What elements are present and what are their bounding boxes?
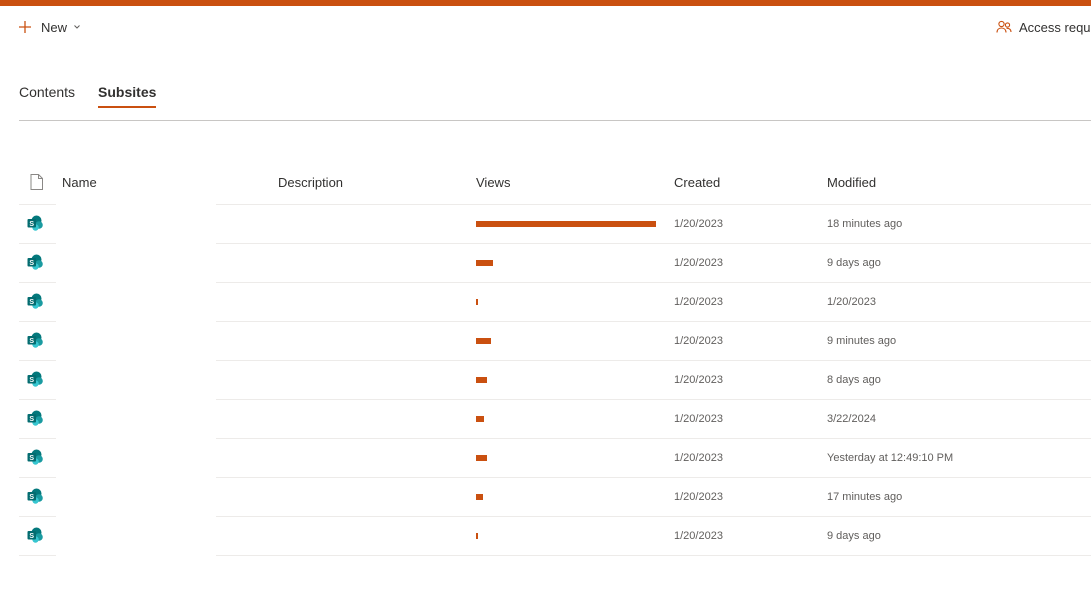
access-requests-button[interactable]: Access reque bbox=[996, 17, 1091, 37]
views-bar bbox=[476, 494, 483, 500]
site-icon-cell: S bbox=[19, 244, 54, 282]
pivot-tabs: Contents Subsites bbox=[19, 84, 179, 108]
created-date: 1/20/2023 bbox=[674, 257, 723, 269]
views-bar bbox=[476, 533, 478, 539]
access-requests-label: Access reque bbox=[1019, 19, 1091, 35]
new-button[interactable]: New bbox=[18, 17, 81, 37]
tab-subsites[interactable]: Subsites bbox=[98, 84, 157, 108]
modified-date: 9 minutes ago bbox=[827, 335, 897, 347]
site-icon-cell: S bbox=[19, 517, 54, 555]
modified-date: 8 days ago bbox=[827, 374, 881, 386]
svg-text:S: S bbox=[29, 533, 34, 540]
column-header-views[interactable]: Views bbox=[476, 164, 510, 204]
views-bar bbox=[476, 299, 478, 305]
column-header-description[interactable]: Description bbox=[278, 164, 343, 204]
created-date: 1/20/2023 bbox=[674, 452, 723, 464]
modified-date: 17 minutes ago bbox=[827, 491, 903, 503]
suite-accent-bar bbox=[0, 0, 1091, 6]
created-date: 1/20/2023 bbox=[674, 491, 723, 503]
svg-text:S: S bbox=[29, 299, 34, 306]
sharepoint-site-icon: S bbox=[27, 293, 43, 309]
svg-text:S: S bbox=[29, 416, 34, 423]
created-date: 1/20/2023 bbox=[674, 218, 723, 230]
created-date: 1/20/2023 bbox=[674, 296, 723, 308]
views-bar bbox=[476, 260, 493, 266]
sharepoint-site-icon: S bbox=[27, 371, 43, 387]
sharepoint-site-icon: S bbox=[27, 527, 43, 543]
list-header: Name Description Views Created Modified bbox=[19, 164, 1091, 205]
column-header-modified[interactable]: Modified bbox=[827, 164, 876, 204]
site-icon-cell: S bbox=[19, 283, 54, 321]
tab-contents[interactable]: Contents bbox=[19, 84, 75, 108]
modified-date: Yesterday at 12:49:10 PM bbox=[827, 452, 954, 464]
modified-date: 1/20/2023 bbox=[827, 296, 876, 308]
sharepoint-site-icon: S bbox=[27, 449, 43, 465]
sharepoint-site-icon: S bbox=[27, 410, 43, 426]
views-bar bbox=[476, 221, 656, 227]
svg-text:S: S bbox=[29, 377, 34, 384]
views-bar bbox=[476, 377, 487, 383]
site-icon-cell: S bbox=[19, 478, 54, 516]
sharepoint-site-icon: S bbox=[27, 332, 43, 348]
file-type-icon bbox=[30, 174, 43, 190]
plus-icon bbox=[19, 21, 31, 33]
svg-text:S: S bbox=[29, 338, 34, 345]
new-button-label: New bbox=[41, 19, 68, 35]
svg-text:S: S bbox=[29, 221, 34, 228]
sharepoint-site-icon: S bbox=[27, 254, 43, 270]
site-icon-cell: S bbox=[19, 439, 54, 477]
site-icon-cell: S bbox=[19, 400, 54, 438]
tabs-divider bbox=[19, 120, 1091, 121]
svg-text:S: S bbox=[29, 494, 34, 501]
column-header-name[interactable]: Name bbox=[62, 164, 97, 204]
sharepoint-site-icon: S bbox=[27, 488, 43, 504]
created-date: 1/20/2023 bbox=[674, 335, 723, 347]
modified-date: 9 days ago bbox=[827, 530, 881, 542]
views-bar bbox=[476, 338, 491, 344]
created-date: 1/20/2023 bbox=[674, 413, 723, 425]
created-date: 1/20/2023 bbox=[674, 374, 723, 386]
site-icon-cell: S bbox=[19, 361, 54, 399]
column-header-created[interactable]: Created bbox=[674, 164, 720, 204]
created-date: 1/20/2023 bbox=[674, 530, 723, 542]
name-description-redaction bbox=[56, 203, 216, 555]
site-icon-cell: S bbox=[19, 322, 54, 360]
site-icon-cell: S bbox=[19, 205, 54, 243]
svg-text:S: S bbox=[29, 455, 34, 462]
views-bar bbox=[476, 455, 487, 461]
modified-date: 3/22/2024 bbox=[827, 413, 876, 425]
sharepoint-site-icon: S bbox=[27, 215, 43, 231]
chevron-down-icon bbox=[74, 25, 80, 29]
svg-text:S: S bbox=[29, 260, 34, 267]
modified-date: 9 days ago bbox=[827, 257, 881, 269]
people-icon bbox=[996, 20, 1012, 33]
modified-date: 18 minutes ago bbox=[827, 218, 903, 230]
views-bar bbox=[476, 416, 484, 422]
